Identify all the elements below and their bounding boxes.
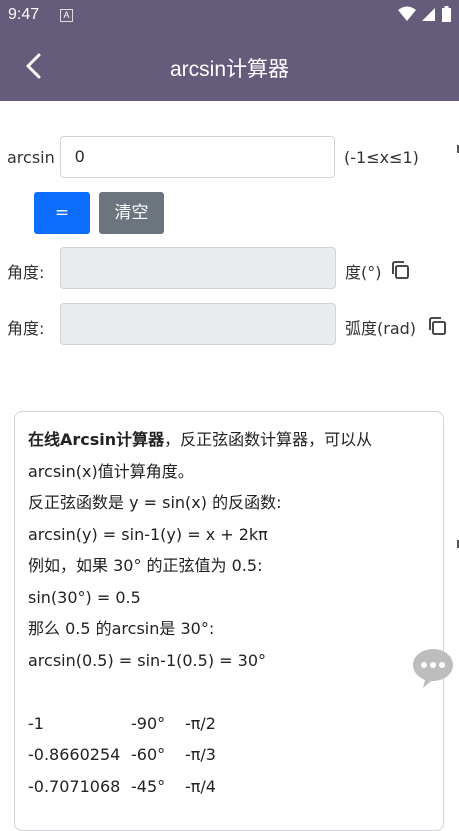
value-table: -1 -90° -π/2 -0.8660254 -60° -π/3 -0.707… (28, 708, 430, 803)
info-line: arcsin(y) = sin-1(y) = x + 2kπ (28, 524, 268, 544)
table-cell: -π/4 (185, 776, 216, 796)
calculate-button[interactable]: = (34, 192, 90, 234)
copy-radian-icon[interactable] (427, 316, 447, 336)
page-title: arcsin计算器 (169, 58, 290, 81)
info-blank (28, 676, 430, 708)
table-cell: -90° (131, 713, 166, 733)
table-cell: -45° (131, 776, 166, 796)
table-cell: -π/3 (185, 745, 216, 764)
notification-badge: A (60, 9, 73, 22)
degree-label: 角度: (7, 263, 45, 282)
range-hint: (-1≤x≤1) (344, 148, 419, 167)
copy-degree-icon[interactable] (390, 260, 410, 280)
table-cell: -π/2 (185, 713, 216, 733)
degree-unit: 度(°) (345, 263, 382, 282)
table-cell: -0.7071068 (28, 776, 121, 796)
status-bar: 9:47 A (0, 0, 459, 31)
status-time: 9:47 (8, 6, 40, 23)
table-cell: -0.8660254 (28, 745, 121, 764)
info-line: arcsin(x)值计算角度。 (28, 461, 194, 481)
info-card: 在线Arcsin计算器，反正弦函数计算器，可以从 arcsin(x)值计算角度。… (14, 411, 444, 831)
info-line: 那么 0.5 的arcsin是 30°: (28, 619, 215, 638)
info-intro-rest: ，反正弦函数计算器，可以从 (164, 430, 373, 449)
clear-button[interactable]: 清空 (99, 192, 164, 234)
chat-bubble-icon[interactable] (411, 646, 455, 690)
radian-unit: 弧度(rad) (345, 319, 417, 338)
radian-label: 角度: (7, 319, 45, 338)
table-cell: -1 (28, 713, 44, 733)
app-bar: arcsin计算器 (0, 31, 459, 101)
table-cell: -60° (131, 745, 166, 764)
signal-icon (422, 8, 435, 21)
info-intro: 在线Arcsin计算器，反正弦函数计算器，可以从 (28, 424, 430, 456)
info-intro-bold: 在线Arcsin计算器 (28, 430, 165, 449)
status-icons (398, 6, 451, 22)
info-line: 例如，如果 30° 的正弦值为 0.5: (28, 556, 263, 575)
arcsin-input[interactable]: 0 (60, 136, 335, 178)
info-line: arcsin(0.5) = sin-1(0.5) = 30° (28, 650, 266, 670)
info-line: 反正弦函数是 y = sin(x) 的反函数: (28, 493, 282, 512)
degree-output[interactable] (60, 247, 336, 289)
radian-output[interactable] (60, 303, 336, 345)
wifi-icon (398, 6, 416, 21)
arcsin-label: arcsin (7, 148, 55, 167)
battery-icon (442, 6, 451, 22)
info-line: sin(30°) = 0.5 (28, 587, 141, 607)
